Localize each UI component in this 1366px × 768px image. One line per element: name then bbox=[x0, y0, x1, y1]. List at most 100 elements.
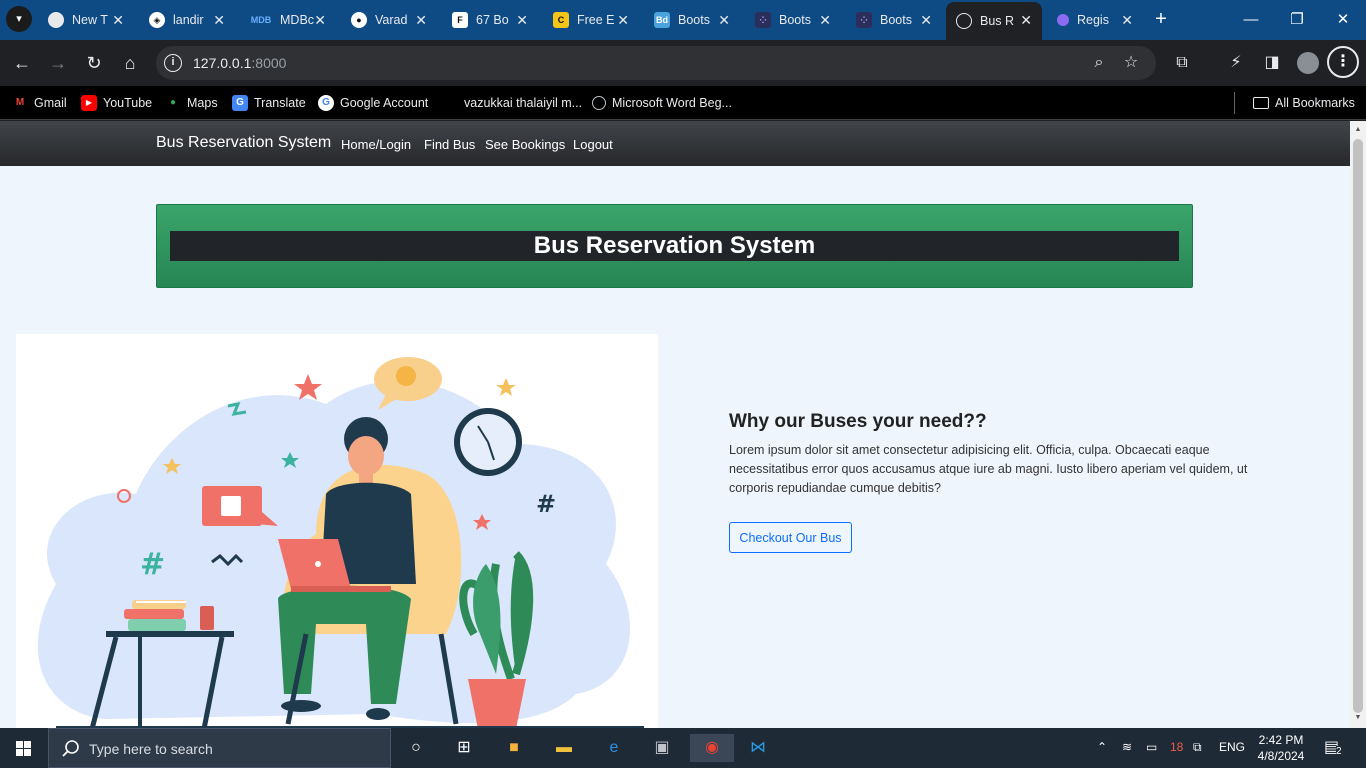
tab-github[interactable]: ● Varad ✕ bbox=[341, 4, 437, 36]
checkout-bus-button[interactable]: Checkout Our Bus bbox=[729, 522, 852, 553]
tab-strip: ▾ New T ✕ ◈ landir ✕ MDB MDBc ✕ ● Varad … bbox=[0, 0, 1366, 40]
all-bookmarks[interactable]: All Bookmarks bbox=[1234, 92, 1355, 114]
mdb-icon: MDB bbox=[250, 15, 272, 25]
nav-home-login[interactable]: Home/Login bbox=[341, 137, 411, 152]
minimize-button[interactable]: — bbox=[1228, 0, 1274, 40]
task-view-icon[interactable]: ⊞ bbox=[450, 734, 478, 762]
nav-see-bookings[interactable]: See Bookings bbox=[485, 137, 565, 152]
nav-find-bus[interactable]: Find Bus bbox=[424, 137, 475, 152]
tab-bootstrap-1[interactable]: Bd Boots ✕ bbox=[644, 4, 740, 36]
close-icon[interactable]: ✕ bbox=[213, 12, 225, 28]
tray-chevron-icon[interactable]: ⌃ bbox=[1097, 740, 1107, 754]
chrome-icon bbox=[48, 12, 64, 28]
site-info-icon[interactable]: i bbox=[164, 54, 182, 72]
bookmark-maps[interactable]: ● Maps bbox=[165, 92, 218, 114]
photos-icon[interactable]: ▣ bbox=[648, 734, 676, 762]
file-explorer-icon[interactable]: ▬ bbox=[550, 734, 578, 762]
section-body: Lorem ipsum dolor sit amet consectetur a… bbox=[729, 443, 1248, 495]
back-icon[interactable]: ← bbox=[9, 50, 35, 76]
scroll-up-icon[interactable]: ▲ bbox=[1350, 123, 1366, 137]
close-icon[interactable]: ✕ bbox=[920, 12, 932, 28]
display-icon[interactable]: ⧉ bbox=[1193, 740, 1202, 755]
tab-bootstrap-3[interactable]: ⁘ Boots ✕ bbox=[846, 4, 942, 36]
bookmark-google-account[interactable]: G Google Account bbox=[318, 92, 428, 114]
globe-icon bbox=[956, 13, 972, 29]
navbar-brand[interactable]: Bus Reservation System bbox=[156, 134, 331, 152]
browser-toolbar: ← → ↻ ⌂ i 127.0.0.1:8000 ⌕ ☆ ⧉ ⚡ ◨ ⋮ bbox=[0, 40, 1366, 86]
bookmark-gmail[interactable]: M Gmail bbox=[12, 92, 67, 114]
web-page: Bus Reservation System Home/Login Find B… bbox=[0, 121, 1350, 728]
close-icon[interactable]: ✕ bbox=[1121, 12, 1133, 28]
side-panel-icon[interactable]: ◨ bbox=[1261, 52, 1283, 74]
youtube-icon: ▶ bbox=[81, 95, 97, 111]
address-bar[interactable]: i 127.0.0.1:8000 ⌕ ☆ bbox=[156, 46, 1156, 80]
tab-bootstrap-2[interactable]: ⁘ Boots ✕ bbox=[745, 4, 841, 36]
tab-new-tab[interactable]: New T ✕ bbox=[38, 4, 134, 36]
page-scrollbar[interactable]: ▲ ▼ bbox=[1350, 121, 1366, 728]
nav-logout[interactable]: Logout bbox=[573, 137, 613, 152]
close-icon[interactable]: ✕ bbox=[819, 12, 831, 28]
tab-search-button[interactable]: ▾ bbox=[6, 6, 32, 32]
tab-free-bootstrap[interactable]: C Free E ✕ bbox=[543, 4, 639, 36]
gmail-icon: M bbox=[15, 97, 25, 108]
tab-bus-reservation[interactable]: Bus R ✕ bbox=[946, 2, 1042, 40]
tab-mdbootstrap[interactable]: MDB MDBc ✕ bbox=[240, 4, 336, 36]
close-icon[interactable]: ✕ bbox=[314, 12, 326, 28]
close-icon[interactable]: ✕ bbox=[516, 12, 528, 28]
zoom-icon[interactable]: ⌕ bbox=[1089, 53, 1109, 73]
extensions-icon[interactable]: ⧉ bbox=[1171, 52, 1193, 74]
c-icon: C bbox=[553, 12, 569, 28]
notification-count: 2 bbox=[1336, 746, 1342, 757]
cortana-icon[interactable]: ○ bbox=[402, 734, 430, 762]
vscode-icon[interactable]: ⋈ bbox=[744, 734, 772, 762]
clock[interactable]: 2:42 PM 4/8/2024 bbox=[1254, 732, 1308, 764]
tab-67-bootstrap[interactable]: F 67 Bo ✕ bbox=[442, 4, 538, 36]
bootstrap-icon: ⁘ bbox=[856, 12, 872, 28]
close-icon[interactable]: ✕ bbox=[415, 12, 427, 28]
close-icon[interactable]: ✕ bbox=[617, 12, 629, 28]
scroll-down-icon[interactable]: ▼ bbox=[1350, 711, 1366, 725]
restore-button[interactable]: ❐ bbox=[1274, 0, 1320, 40]
bookmarks-bar: M Gmail ▶ YouTube ● Maps G Translate G G… bbox=[0, 86, 1366, 120]
home-icon[interactable]: ⌂ bbox=[117, 50, 143, 76]
globe-icon bbox=[592, 96, 606, 110]
reload-icon[interactable]: ↻ bbox=[81, 50, 107, 76]
hero-banner: Bus Reservation System bbox=[156, 204, 1193, 288]
bookmark-ms-word[interactable]: Microsoft Word Beg... bbox=[592, 92, 732, 114]
edge-icon[interactable]: e bbox=[600, 734, 628, 762]
folder-icon bbox=[1253, 97, 1269, 109]
tray-badge[interactable]: 18 bbox=[1170, 740, 1183, 754]
start-button[interactable] bbox=[0, 728, 48, 768]
forward-icon[interactable]: → bbox=[45, 50, 71, 76]
store-icon[interactable]: ■ bbox=[500, 734, 528, 762]
close-icon[interactable]: ✕ bbox=[1020, 12, 1032, 28]
close-icon[interactable]: ✕ bbox=[112, 12, 124, 28]
windows-taskbar: Type here to search ○ ⊞ ■ ▬ e ▣ ◉ ⋈ ⌃ ≋ … bbox=[0, 728, 1366, 768]
tab-register[interactable]: Regis ✕ bbox=[1047, 4, 1143, 36]
bd-icon: Bd bbox=[654, 12, 670, 28]
freefrontend-icon: F bbox=[452, 12, 468, 28]
new-tab-button[interactable]: + bbox=[1150, 8, 1172, 30]
profile-avatar[interactable] bbox=[1297, 52, 1319, 74]
window-close-button[interactable]: ✕ bbox=[1320, 0, 1366, 40]
close-icon[interactable]: ✕ bbox=[718, 12, 730, 28]
site-navbar: Bus Reservation System Home/Login Find B… bbox=[0, 121, 1350, 166]
purple-orb-icon bbox=[1057, 14, 1069, 26]
bookmark-translate[interactable]: G Translate bbox=[232, 92, 306, 114]
scroll-thumb[interactable] bbox=[1353, 139, 1363, 713]
maps-icon: ● bbox=[169, 97, 177, 108]
bookmark-vazukkai[interactable]: vazukkai thalaiyil m... bbox=[464, 92, 582, 114]
url-text: 127.0.0.1:8000 bbox=[193, 55, 287, 71]
language-indicator[interactable]: ENG bbox=[1219, 740, 1245, 754]
chrome-taskbar-icon[interactable]: ◉ bbox=[690, 734, 734, 762]
performance-icon[interactable]: ⚡ bbox=[1225, 52, 1247, 74]
battery-icon[interactable]: ▭ bbox=[1146, 740, 1157, 754]
bookmark-youtube[interactable]: ▶ YouTube bbox=[81, 92, 152, 114]
taskbar-search[interactable]: Type here to search bbox=[48, 728, 391, 768]
wifi-icon[interactable]: ≋ bbox=[1122, 740, 1132, 754]
bookmark-star-icon[interactable]: ☆ bbox=[1121, 53, 1141, 73]
illustration-person-laptop: # # bbox=[16, 334, 658, 728]
menu-kebab-icon[interactable]: ⋮ bbox=[1327, 46, 1359, 78]
tab-landing[interactable]: ◈ landir ✕ bbox=[139, 4, 235, 36]
bootstrap-icon: ⁘ bbox=[755, 12, 771, 28]
